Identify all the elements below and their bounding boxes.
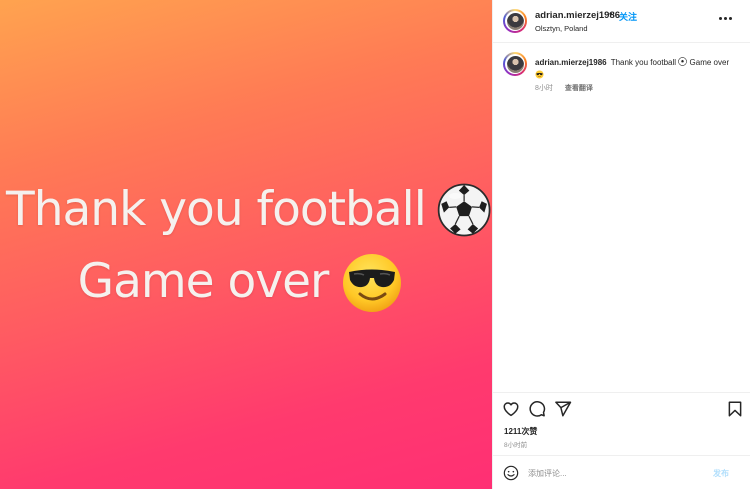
soccer-ball-icon	[437, 183, 491, 237]
media-line-2-text: Game over	[77, 254, 330, 309]
avatar[interactable]	[503, 9, 527, 33]
caption-text: adrian.mierzej1986 Thank you football Ga…	[535, 56, 740, 82]
caption-meta: 8小时 查看翻译	[535, 83, 593, 93]
post-actions: 1211次赞 8小时前	[493, 392, 750, 452]
caption-text-part2: Game over	[689, 58, 730, 67]
comment-bar: 发布	[493, 455, 750, 489]
post-sidebar: adrian.mierzej1986 • 关注 Olsztyn, Poland …	[492, 0, 750, 489]
caption-avatar[interactable]	[503, 52, 527, 76]
caption-text-part1: Thank you football	[610, 58, 677, 67]
bookmark-icon[interactable]	[726, 400, 744, 418]
sunglasses-face-icon	[535, 70, 544, 79]
header-username[interactable]: adrian.mierzej1986	[535, 10, 620, 21]
sunglasses-face-icon	[343, 254, 402, 312]
paper-plane-icon[interactable]	[554, 400, 572, 418]
post-media[interactable]: Thank you football Game over	[0, 0, 492, 489]
posted-time[interactable]: 8小时前	[504, 439, 527, 449]
comment-input[interactable]	[528, 465, 708, 481]
soccer-ball-icon	[678, 57, 688, 66]
caption-time[interactable]: 8小时	[535, 85, 553, 92]
post-header: adrian.mierzej1986 • 关注 Olsztyn, Poland	[493, 0, 750, 43]
media-line-1-text: Thank you football	[6, 182, 427, 237]
caption-username[interactable]: adrian.mierzej1986	[535, 58, 607, 67]
media-line-2: Game over	[0, 250, 492, 314]
location-link[interactable]: Olsztyn, Poland	[535, 24, 588, 33]
heart-icon[interactable]	[502, 400, 520, 418]
separator-dot: •	[609, 9, 613, 20]
follow-button[interactable]: 关注	[619, 10, 637, 23]
more-options-icon[interactable]	[719, 13, 735, 23]
post-comment-button[interactable]: 发布	[713, 468, 729, 479]
instagram-post: Thank you football Game over adrian.mier…	[0, 0, 750, 489]
comment-icon[interactable]	[528, 400, 546, 418]
media-text: Thank you football Game over	[0, 178, 492, 314]
likes-count[interactable]: 1211次赞	[504, 426, 537, 437]
media-line-1: Thank you football	[6, 178, 492, 242]
see-translation-button[interactable]: 查看翻译	[565, 85, 593, 92]
smiley-icon[interactable]	[503, 465, 519, 481]
